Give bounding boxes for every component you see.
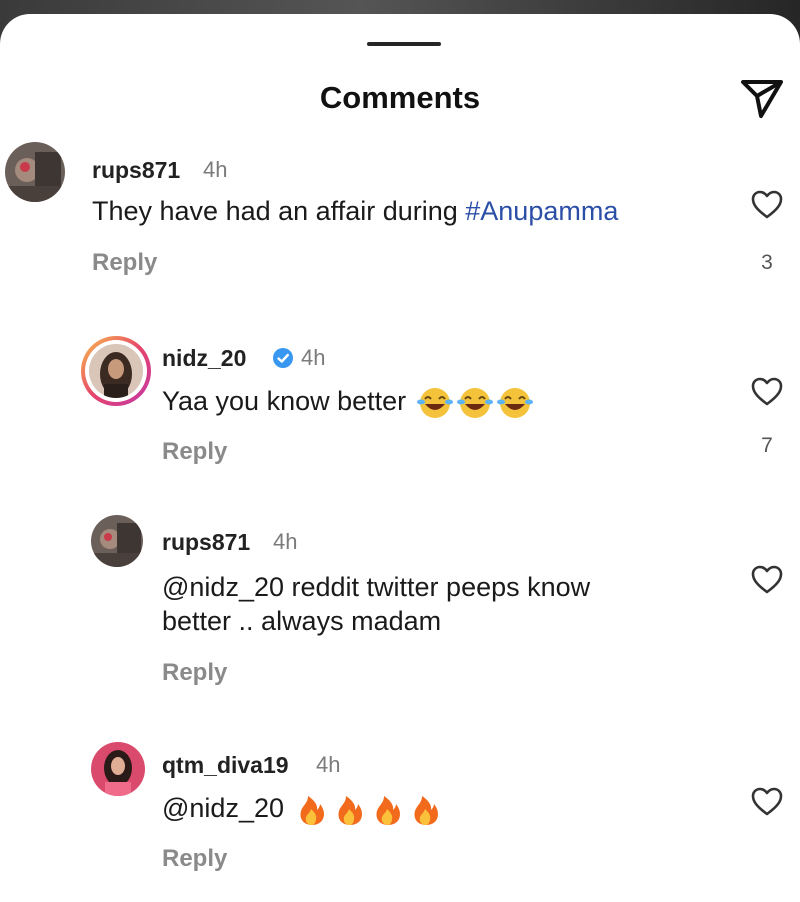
verified-badge-icon — [273, 348, 293, 368]
username[interactable]: nidz_20 — [162, 345, 246, 372]
comment-text-line-2: better .. always madam — [162, 606, 442, 636]
heart-icon[interactable] — [750, 189, 784, 221]
timestamp: 4h — [203, 157, 228, 182]
comment-body: Yaa you know better — [162, 386, 407, 416]
face-with-tears-of-joy-icon — [416, 387, 453, 418]
comment-body: reddit twitter peeps know — [284, 572, 591, 602]
like-count: 3 — [761, 251, 773, 274]
comment-body: They have had an affair during — [92, 196, 466, 226]
heart-icon[interactable] — [750, 376, 784, 408]
face-with-tears-of-joy-icon — [456, 387, 493, 418]
comments-sheet: Comments rups871 4h They have had an aff… — [0, 14, 800, 902]
hashtag-link[interactable]: #Anupamma — [465, 196, 618, 226]
comment-text: Yaa you know better — [162, 384, 534, 420]
comment-text: @nidz_20 — [162, 791, 444, 828]
heart-icon[interactable] — [750, 564, 784, 596]
face-with-tears-of-joy-icon — [496, 387, 533, 418]
comment-text-line-1: @nidz_20 reddit twitter peeps know — [162, 570, 590, 604]
avatar[interactable] — [81, 336, 151, 406]
reply-button[interactable]: Reply — [162, 659, 227, 687]
mention-link[interactable]: @nidz_20 — [162, 572, 284, 602]
fire-icon — [300, 795, 324, 825]
fire-icon — [414, 795, 438, 825]
drag-handle[interactable] — [367, 42, 441, 46]
mention-link[interactable]: @nidz_20 — [162, 793, 284, 823]
fire-icon — [338, 795, 362, 825]
heart-icon[interactable] — [750, 786, 784, 818]
reply-button[interactable]: Reply — [92, 249, 157, 277]
paper-plane-icon[interactable] — [737, 72, 787, 122]
timestamp: 4h — [301, 345, 326, 370]
fire-icon — [376, 795, 400, 825]
comment-text: They have had an affair during #Anupamma — [92, 194, 618, 228]
avatar[interactable] — [91, 742, 145, 796]
username[interactable]: qtm_diva19 — [162, 752, 289, 779]
avatar[interactable] — [91, 515, 143, 567]
username[interactable]: rups871 — [92, 157, 180, 184]
timestamp: 4h — [273, 529, 298, 554]
reply-button[interactable]: Reply — [162, 845, 227, 873]
page-title: Comments — [319, 80, 481, 115]
reply-button[interactable]: Reply — [162, 438, 227, 466]
avatar[interactable] — [5, 142, 65, 202]
timestamp: 4h — [316, 752, 341, 777]
like-count: 7 — [761, 434, 773, 457]
username[interactable]: rups871 — [162, 529, 250, 556]
